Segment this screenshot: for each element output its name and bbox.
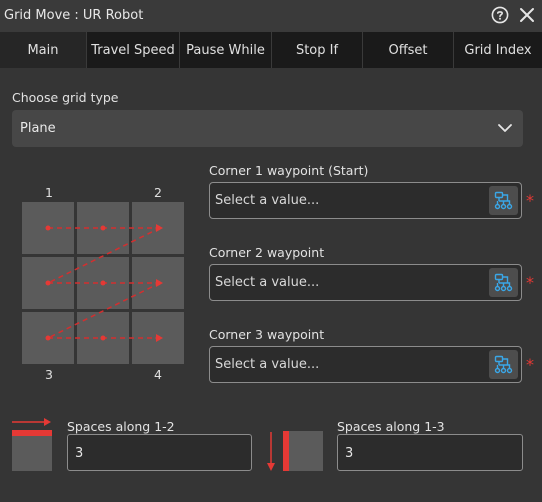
required-marker: * <box>526 355 534 374</box>
grid-type-label: Choose grid type <box>12 90 119 105</box>
tab-travel-speed[interactable]: Travel Speed <box>87 32 180 68</box>
tab-offset[interactable]: Offset <box>363 32 454 68</box>
required-marker: * <box>526 191 534 210</box>
waypoint-tree-icon <box>494 355 513 374</box>
close-icon[interactable] <box>519 7 535 23</box>
arrow-down-icon <box>267 432 275 471</box>
spaces-1-2-value: 3 <box>75 446 84 461</box>
waypoint-tree-icon <box>494 273 513 292</box>
window-title: Grid Move : UR Robot <box>4 8 144 23</box>
help-icon[interactable] <box>491 6 509 24</box>
corner-2-pick-button[interactable] <box>489 268 518 297</box>
corner-3-pick-button[interactable] <box>489 350 518 379</box>
corner-3-label-text: Corner 3 waypoint <box>209 327 325 342</box>
title-bar: Grid Move : UR Robot <box>0 0 542 32</box>
corner-4-label: 4 <box>154 367 162 382</box>
corner-2-label-text: Corner 2 waypoint <box>209 245 325 260</box>
corner-2-label: 2 <box>154 185 162 200</box>
spaces-1-3-illustration <box>267 431 323 471</box>
spaces-1-3-label: Spaces along 1-3 <box>337 419 445 434</box>
tab-grid-index[interactable]: Grid Index <box>454 32 542 68</box>
grid-diagram <box>20 200 186 366</box>
spaces-1-2-input[interactable]: 3 <box>67 434 252 471</box>
corner-1-label-text: Corner 1 waypoint (Start) <box>209 163 369 178</box>
corner-2-placeholder: Select a value... <box>215 275 320 290</box>
grid-type-value: Plane <box>20 121 56 136</box>
corner-2-waypoint-field[interactable]: Select a value... <box>209 264 522 301</box>
tab-bar: Main Travel Speed Pause While Stop If Of… <box>0 32 542 68</box>
spaces-1-3-value: 3 <box>345 446 354 461</box>
corner-1-waypoint-field[interactable]: Select a value... <box>209 182 522 219</box>
tab-main[interactable]: Main <box>0 32 87 68</box>
corner-1-label: 1 <box>45 185 53 200</box>
chevron-down-icon <box>498 124 512 132</box>
spaces-1-2-illustration <box>12 418 52 471</box>
tab-pause-while[interactable]: Pause While <box>180 32 272 68</box>
spaces-1-3-input[interactable]: 3 <box>337 434 523 471</box>
waypoint-tree-icon <box>494 191 513 210</box>
grid-type-select[interactable]: Plane <box>12 110 523 147</box>
corner-1-placeholder: Select a value... <box>215 193 320 208</box>
arrow-right-icon <box>12 418 51 426</box>
corner-1-pick-button[interactable] <box>489 186 518 215</box>
corner-3-placeholder: Select a value... <box>215 357 320 372</box>
required-marker: * <box>526 273 534 292</box>
corner-3-waypoint-field[interactable]: Select a value... <box>209 346 522 383</box>
corner-3-label: 3 <box>45 367 53 382</box>
tab-stop-if[interactable]: Stop If <box>272 32 363 68</box>
spaces-1-2-label: Spaces along 1-2 <box>67 419 175 434</box>
